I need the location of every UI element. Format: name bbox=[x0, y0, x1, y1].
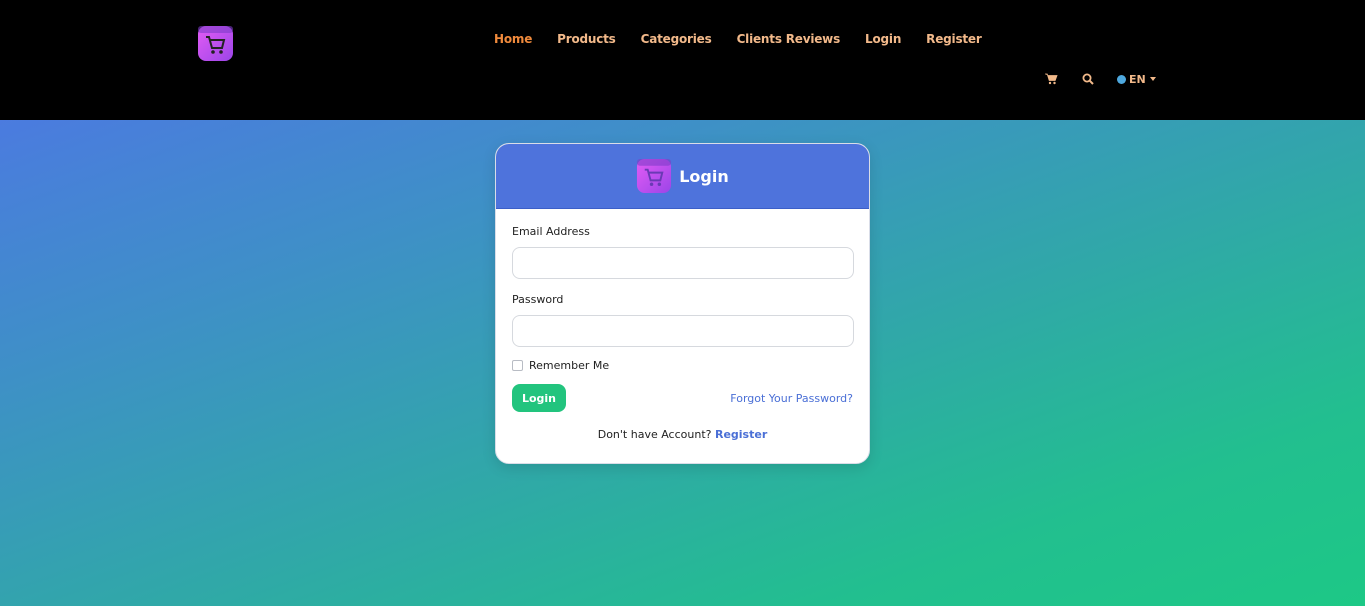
no-account-text: Don't have Account? bbox=[597, 428, 712, 441]
language-label: EN bbox=[1129, 72, 1146, 86]
login-title: Login bbox=[679, 166, 729, 186]
language-selector[interactable]: EN bbox=[1117, 73, 1156, 86]
site-header: Home Products Categories Clients Reviews… bbox=[0, 0, 1365, 120]
register-link[interactable]: Register bbox=[715, 428, 767, 441]
nav-login[interactable]: Login bbox=[865, 31, 901, 47]
nav-products[interactable]: Products bbox=[557, 31, 616, 47]
caret-down-icon bbox=[1149, 77, 1156, 81]
globe-icon bbox=[1117, 74, 1126, 84]
remember-me: Remember Me bbox=[512, 359, 853, 372]
email-field[interactable] bbox=[512, 247, 854, 279]
shop-logo-icon[interactable] bbox=[197, 25, 234, 62]
cart-icon[interactable] bbox=[1044, 72, 1058, 86]
login-button[interactable]: Login bbox=[512, 384, 566, 412]
main-background: Login Email Address Password Remember Me… bbox=[0, 120, 1365, 606]
password-field[interactable] bbox=[512, 315, 854, 347]
email-group: Email Address bbox=[512, 225, 854, 279]
search-icon[interactable] bbox=[1081, 72, 1095, 86]
nav-register[interactable]: Register bbox=[926, 31, 982, 47]
nav-home[interactable]: Home bbox=[494, 31, 532, 47]
password-label: Password bbox=[512, 293, 564, 306]
shop-logo-icon bbox=[636, 158, 672, 194]
main-nav: Home Products Categories Clients Reviews… bbox=[494, 31, 982, 47]
remember-me-label: Remember Me bbox=[529, 359, 610, 372]
header-tools: EN bbox=[1044, 72, 1156, 86]
login-card-header: Login bbox=[496, 144, 869, 209]
remember-me-checkbox[interactable] bbox=[512, 360, 523, 371]
form-actions: Login Forgot Your Password? bbox=[512, 384, 853, 412]
login-form: Email Address Password Remember Me Login… bbox=[496, 209, 869, 441]
register-prompt: Don't have Account? Register bbox=[512, 428, 853, 441]
nav-categories[interactable]: Categories bbox=[641, 31, 712, 47]
password-group: Password bbox=[512, 293, 854, 347]
login-card: Login Email Address Password Remember Me… bbox=[495, 143, 870, 464]
forgot-password-link[interactable]: Forgot Your Password? bbox=[730, 392, 853, 405]
nav-clients-reviews[interactable]: Clients Reviews bbox=[737, 31, 841, 47]
email-label: Email Address bbox=[512, 225, 590, 238]
